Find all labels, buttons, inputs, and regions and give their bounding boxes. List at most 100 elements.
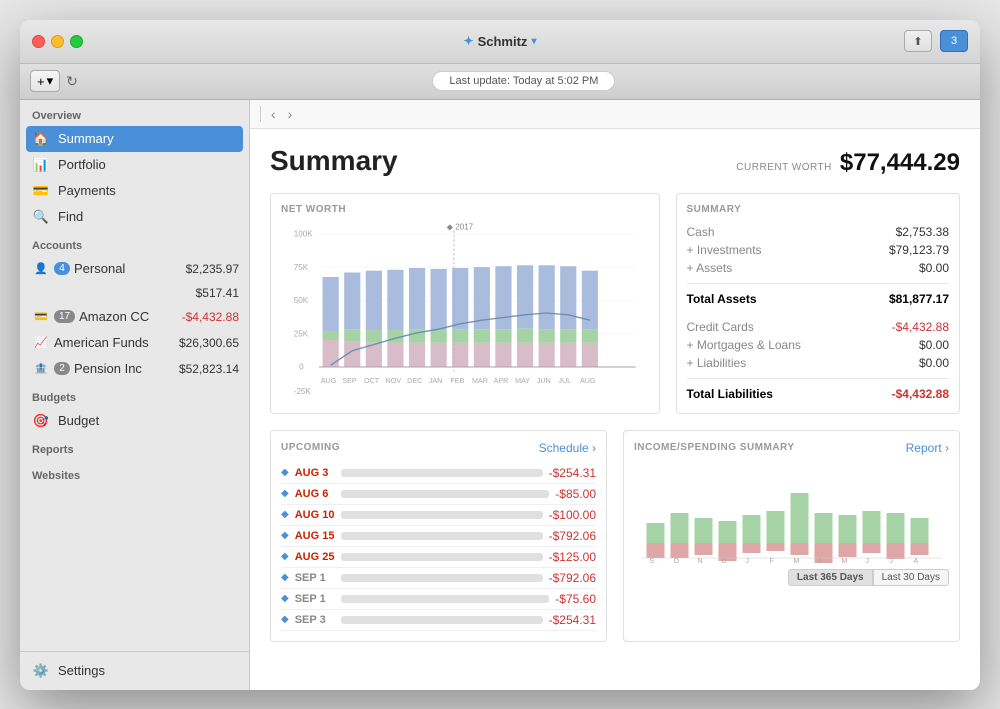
sidebar-item-portfolio[interactable]: 📊 Portfolio [20, 152, 249, 178]
summary-row-cash: Cash $2,753.38 [687, 223, 950, 241]
mortgages-value: $0.00 [919, 338, 949, 352]
upcoming-amount-4: -$125.00 [549, 550, 596, 564]
svg-text:FEB: FEB [450, 376, 464, 385]
svg-text:-25K: -25K [294, 387, 312, 396]
payments-icon: 💳 [32, 182, 50, 200]
upcoming-desc-1 [341, 490, 550, 498]
portfolio-icon: 📊 [32, 156, 50, 174]
upcoming-amount-3: -$792.06 [549, 529, 596, 543]
export-button[interactable]: ⬆ [904, 30, 932, 52]
american-icon: 📈 [32, 334, 50, 352]
svg-text:JUL: JUL [558, 376, 571, 385]
schedule-link[interactable]: Schedule › [539, 441, 596, 455]
pension-icon: 🏦 [32, 360, 50, 378]
summary-row-mortgages: + Mortgages & Loans $0.00 [687, 336, 950, 354]
svg-text:DEC: DEC [407, 376, 422, 385]
upcoming-arrow-7: ◆ [281, 614, 289, 625]
reports-header: Reports [20, 434, 249, 460]
summary-section: SUMMARY Cash $2,753.38 + Investments $79… [676, 193, 961, 414]
page-title: Summary [270, 145, 398, 177]
sidebar-item-american[interactable]: 📈 American Funds $26,300.65 [20, 330, 249, 356]
net-worth-label: NET WORTH [281, 204, 649, 215]
svg-text:MAR: MAR [472, 376, 488, 385]
nav-forward-button[interactable]: › [286, 106, 295, 122]
upcoming-arrow-3: ◆ [281, 530, 289, 541]
overview-header: Overview [20, 100, 249, 126]
payments-label: Payments [58, 183, 239, 198]
minimize-button[interactable] [51, 35, 64, 48]
bottom-row: UPCOMING Schedule › ◆ AUG 3 -$254.31 ◆ A… [270, 430, 960, 642]
svg-text:JAN: JAN [429, 376, 443, 385]
amazon-label: Amazon CC [79, 309, 177, 324]
upcoming-desc-7 [341, 616, 543, 624]
personal-icon: 👤 [32, 260, 50, 278]
nav-back-button[interactable]: ‹ [269, 106, 278, 122]
current-worth: CURRENT WORTH $77,444.29 [736, 149, 960, 177]
upcoming-item-4: ◆ AUG 25 -$125.00 [281, 547, 596, 568]
svg-text:A: A [818, 558, 823, 563]
svg-text:J: J [746, 558, 750, 563]
net-worth-chart: 100K 75K 50K 25K 0 -25K [281, 223, 649, 403]
sidebar-item-pension[interactable]: 🏦 2 Pension Inc $52,823.14 [20, 356, 249, 382]
pension-amount: $52,823.14 [179, 362, 239, 376]
net-worth-section: NET WORTH 100K 75K 50K 25K 0 -25K [270, 193, 660, 414]
sidebar-item-amazon[interactable]: 💳 17 Amazon CC -$4,432.88 [20, 304, 249, 330]
summary-table: Cash $2,753.38 + Investments $79,123.79 … [687, 223, 950, 403]
upcoming-section: UPCOMING Schedule › ◆ AUG 3 -$254.31 ◆ A… [270, 430, 607, 642]
summary-divider2 [687, 378, 950, 379]
pension-label: Pension Inc [74, 361, 175, 376]
income-header-row: INCOME/SPENDING SUMMARY Report › [634, 441, 949, 455]
upcoming-date-5: SEP 1 [295, 572, 335, 584]
content-nav: ‹ › [250, 100, 980, 129]
summary-row-credit: Credit Cards -$4,432.88 [687, 318, 950, 336]
credit-label: Credit Cards [687, 320, 754, 334]
upcoming-amount-6: -$75.60 [555, 592, 596, 606]
svg-text:D: D [722, 558, 727, 563]
window-title[interactable]: ✦ Schmitz ▾ [464, 34, 537, 49]
svg-text:S: S [650, 558, 655, 563]
find-label: Find [58, 209, 239, 224]
sidebar-item-budget[interactable]: 🎯 Budget [20, 408, 249, 434]
period-30-button[interactable]: Last 30 Days [873, 569, 949, 586]
sidebar-item-account2[interactable]: $517.41 [20, 282, 249, 304]
toolbar-center: Last update: Today at 5:02 PM [78, 71, 970, 91]
personal-label: Personal [74, 261, 182, 276]
refresh-button[interactable]: ↻ [66, 73, 78, 90]
upcoming-arrow-1: ◆ [281, 488, 289, 499]
sidebar-item-settings[interactable]: ⚙️ Settings [20, 658, 249, 684]
upcoming-desc-0 [341, 469, 543, 477]
svg-text:AUG: AUG [580, 376, 596, 385]
amazon-icon: 💳 [32, 308, 50, 326]
svg-text:AUG: AUG [321, 376, 337, 385]
account2-amount: $517.41 [196, 286, 239, 300]
upcoming-arrow-5: ◆ [281, 572, 289, 583]
report-link[interactable]: Report › [906, 441, 949, 455]
sidebar-bottom: ⚙️ Settings [20, 651, 249, 690]
settings-label: Settings [58, 663, 239, 678]
upcoming-date-7: SEP 3 [295, 614, 335, 626]
upcoming-header-row: UPCOMING Schedule › [281, 441, 596, 455]
sidebar-item-summary[interactable]: 🏠 Summary [26, 126, 243, 152]
upcoming-date-3: AUG 15 [295, 530, 335, 542]
summary-row-liabilities: + Liabilities $0.00 [687, 354, 950, 372]
sidebar-item-personal[interactable]: 👤 4 Personal $2,235.97 [20, 256, 249, 282]
sidebar-item-find[interactable]: 🔍 Find [20, 204, 249, 230]
toolbar: + ▾ ↻ Last update: Today at 5:02 PM [20, 64, 980, 100]
amazon-badge: 17 [54, 310, 75, 323]
cash-value: $2,753.38 [896, 225, 949, 239]
badge-button[interactable]: 3 [940, 30, 968, 52]
svg-text:OCT: OCT [364, 376, 380, 385]
period-365-button[interactable]: Last 365 Days [788, 569, 873, 586]
settings-icon: ⚙️ [32, 662, 50, 680]
close-button[interactable] [32, 35, 45, 48]
add-button[interactable]: + ▾ [30, 70, 60, 92]
upcoming-arrow-4: ◆ [281, 551, 289, 562]
summary-row-investments: + Investments $79,123.79 [687, 241, 950, 259]
svg-text:NOV: NOV [386, 376, 402, 385]
upcoming-desc-5 [341, 574, 543, 582]
american-amount: $26,300.65 [179, 336, 239, 350]
maximize-button[interactable] [70, 35, 83, 48]
budget-icon: 🎯 [32, 412, 50, 430]
upcoming-desc-3 [341, 532, 543, 540]
sidebar-item-payments[interactable]: 💳 Payments [20, 178, 249, 204]
